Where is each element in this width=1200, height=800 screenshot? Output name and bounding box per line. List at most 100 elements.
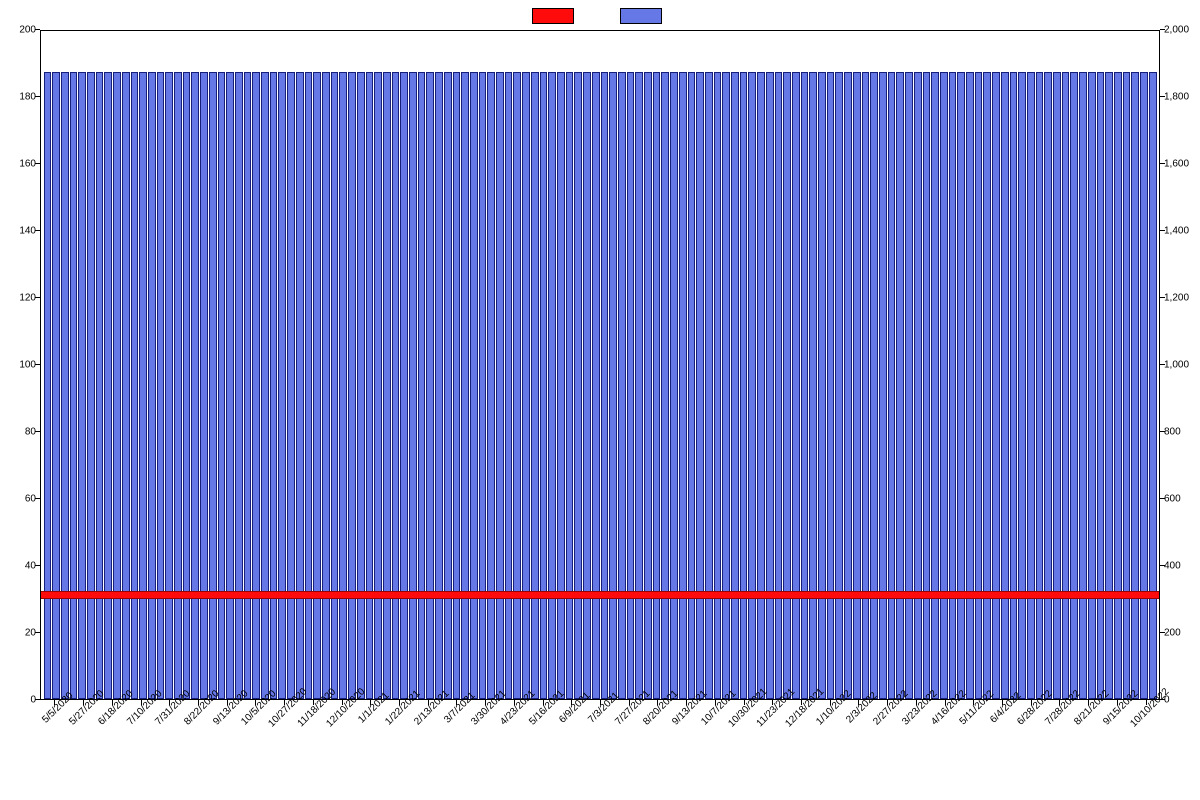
y-left-tick-label: 60 bbox=[25, 494, 36, 505]
y-right-tick-label: 1,800 bbox=[1164, 92, 1189, 103]
bar bbox=[322, 72, 330, 699]
bar bbox=[96, 72, 104, 699]
bar bbox=[844, 72, 852, 699]
legend-item-1 bbox=[532, 8, 580, 24]
bar bbox=[183, 72, 191, 699]
bar bbox=[853, 72, 861, 699]
bar bbox=[487, 72, 495, 699]
bar bbox=[923, 72, 931, 699]
bar bbox=[426, 72, 434, 699]
bar bbox=[627, 72, 635, 699]
y-right-tick bbox=[1160, 163, 1165, 164]
y-right-tick-label: 2,000 bbox=[1164, 25, 1189, 36]
bar bbox=[435, 72, 443, 699]
bar bbox=[818, 72, 826, 699]
bar bbox=[1114, 72, 1122, 699]
bar bbox=[52, 72, 60, 699]
bar bbox=[261, 72, 269, 699]
bar bbox=[374, 72, 382, 699]
y-left-tick-label: 160 bbox=[19, 159, 36, 170]
bar bbox=[418, 72, 426, 699]
y-left-tick-label: 200 bbox=[19, 25, 36, 36]
y-right-tick-label: 1,200 bbox=[1164, 293, 1189, 304]
bar bbox=[1149, 72, 1157, 699]
bar bbox=[722, 72, 730, 699]
bar bbox=[931, 72, 939, 699]
bar bbox=[1131, 72, 1139, 699]
bar bbox=[914, 72, 922, 699]
bar bbox=[679, 72, 687, 699]
bar bbox=[740, 72, 748, 699]
bar bbox=[870, 72, 878, 699]
y-left-tick-label: 100 bbox=[19, 360, 36, 371]
bar bbox=[148, 72, 156, 699]
bar bbox=[1001, 72, 1009, 699]
y-right-tick bbox=[1160, 431, 1165, 432]
bar bbox=[174, 72, 182, 699]
bar bbox=[1053, 72, 1061, 699]
bar bbox=[635, 72, 643, 699]
bar bbox=[505, 72, 513, 699]
bar bbox=[513, 72, 521, 699]
bar bbox=[783, 72, 791, 699]
bar bbox=[479, 72, 487, 699]
bar bbox=[287, 72, 295, 699]
y-left-tick-label: 0 bbox=[30, 695, 36, 706]
bar bbox=[1140, 72, 1148, 699]
bar bbox=[366, 72, 374, 699]
bar bbox=[731, 72, 739, 699]
bar bbox=[705, 72, 713, 699]
bar bbox=[1105, 72, 1113, 699]
chart: 020406080100120140160180200 020040060080… bbox=[0, 0, 1200, 800]
bar bbox=[1088, 72, 1096, 699]
bar bbox=[1123, 72, 1131, 699]
bar bbox=[1010, 72, 1018, 699]
bar bbox=[139, 72, 147, 699]
bar bbox=[131, 72, 139, 699]
bar bbox=[296, 72, 304, 699]
y-right-tick-label: 400 bbox=[1164, 561, 1181, 572]
legend-swatch-blue bbox=[620, 8, 662, 24]
bar bbox=[44, 72, 52, 699]
bar bbox=[78, 72, 86, 699]
bar bbox=[592, 72, 600, 699]
y-right-tick bbox=[1160, 29, 1165, 30]
bar bbox=[1018, 72, 1026, 699]
bar bbox=[331, 72, 339, 699]
bar bbox=[278, 72, 286, 699]
bar bbox=[244, 72, 252, 699]
bar bbox=[801, 72, 809, 699]
y-right-tick bbox=[1160, 96, 1165, 97]
bar bbox=[766, 72, 774, 699]
y-right-tick bbox=[1160, 498, 1165, 499]
bar bbox=[461, 72, 469, 699]
bar bbox=[653, 72, 661, 699]
bar bbox=[252, 72, 260, 699]
bar bbox=[191, 72, 199, 699]
y-axis-left: 020406080100120140160180200 bbox=[0, 30, 40, 700]
bar bbox=[61, 72, 69, 699]
bar bbox=[879, 72, 887, 699]
bar bbox=[313, 72, 321, 699]
bar bbox=[835, 72, 843, 699]
bar bbox=[270, 72, 278, 699]
y-right-tick-label: 1,600 bbox=[1164, 159, 1189, 170]
y-left-tick-label: 140 bbox=[19, 226, 36, 237]
bar bbox=[531, 72, 539, 699]
y-right-tick-label: 1,400 bbox=[1164, 226, 1189, 237]
bar bbox=[975, 72, 983, 699]
bar bbox=[940, 72, 948, 699]
bar bbox=[348, 72, 356, 699]
bar bbox=[557, 72, 565, 699]
bar bbox=[305, 72, 313, 699]
bar bbox=[1027, 72, 1035, 699]
y-left-tick-label: 40 bbox=[25, 561, 36, 572]
bar bbox=[905, 72, 913, 699]
bar bbox=[992, 72, 1000, 699]
bar bbox=[792, 72, 800, 699]
bar bbox=[896, 72, 904, 699]
bar bbox=[957, 72, 965, 699]
bar bbox=[862, 72, 870, 699]
bar bbox=[609, 72, 617, 699]
y-right-tick-label: 200 bbox=[1164, 628, 1181, 639]
